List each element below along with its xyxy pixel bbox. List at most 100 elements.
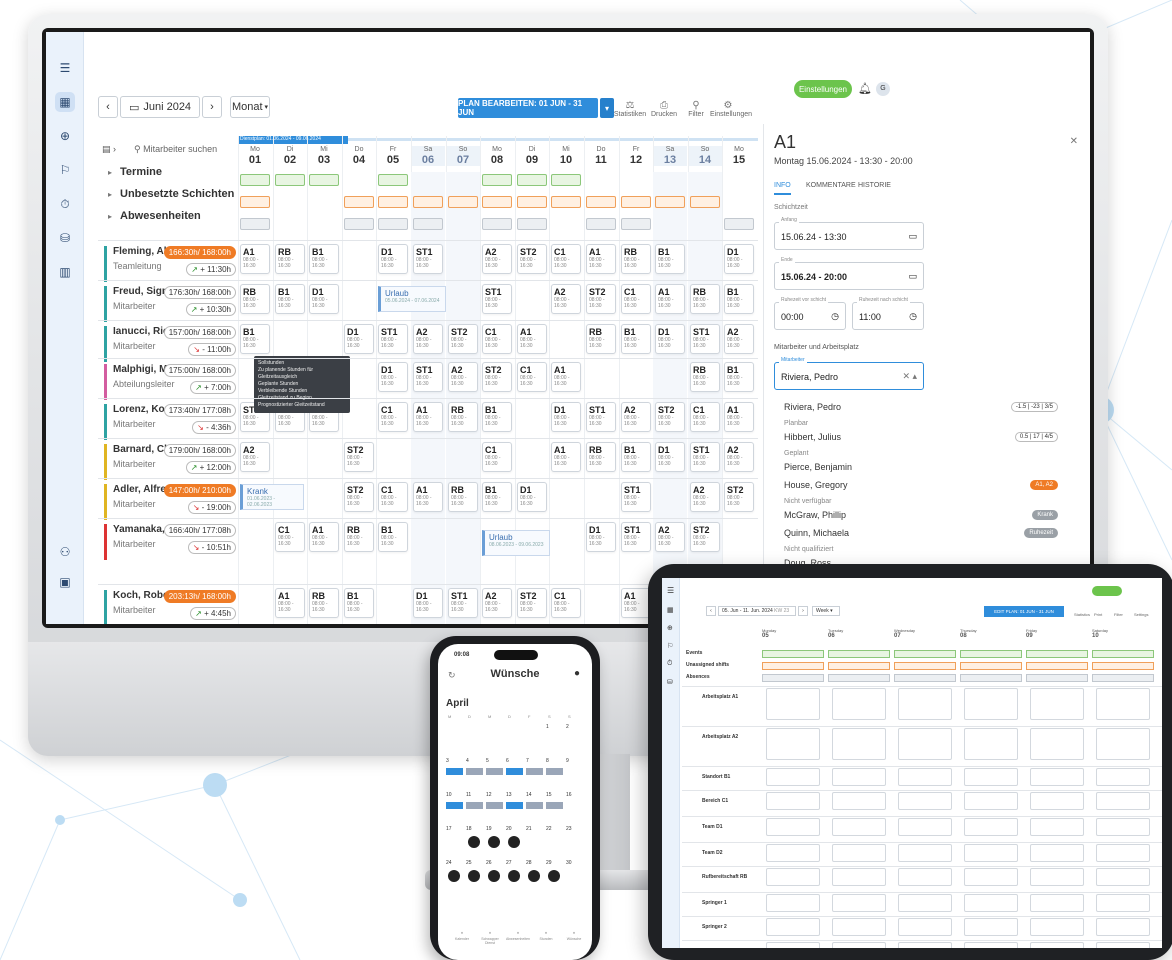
tablet-shift-card[interactable] [1030, 844, 1084, 862]
calendar-day[interactable]: 15 [546, 792, 563, 820]
shift-count-badge[interactable] [621, 218, 651, 230]
section-absences[interactable]: ▸ Abwesenheiten [108, 210, 201, 222]
shift-count-badge[interactable] [482, 196, 512, 208]
shift-card[interactable]: ST208:00 - 16:30 [344, 482, 374, 512]
calendar-event[interactable] [526, 768, 543, 775]
tablet-shift-card[interactable] [964, 918, 1018, 936]
tablet-shift-card[interactable] [1030, 818, 1084, 836]
tablet-shift-card[interactable] [1030, 894, 1084, 912]
staff-option[interactable]: Hibbert, Julius [784, 432, 841, 442]
shift-count-badge[interactable] [482, 218, 512, 230]
avatar[interactable]: G [876, 82, 890, 96]
shift-card[interactable]: A1 08:00 - 16:30 [551, 442, 581, 472]
employee-row[interactable]: Fleming, Alex Teamleitung 166:30h/ 168:00h… [104, 246, 238, 282]
shift-card[interactable]: RB08:00 - 16:30 [275, 244, 305, 274]
shift-count-badge[interactable] [517, 174, 547, 186]
shift-count-badge[interactable] [378, 218, 408, 230]
calendar-icon[interactable]: ▦ [667, 606, 674, 614]
staff-option[interactable]: Pierce, Benjamin [784, 462, 852, 472]
tablet-shift-card[interactable] [1030, 918, 1084, 936]
tablet-shift-card[interactable] [964, 792, 1018, 810]
calendar-icon[interactable]: ▦ [55, 92, 75, 112]
staff-option[interactable]: Quinn, Michaela [784, 528, 849, 538]
shift-card[interactable]: A1 08:00 - 16:30 [413, 482, 443, 512]
staff-select[interactable]: Mitarbeiter Riviera, Pedro ✕ ▴ [774, 357, 924, 390]
shift-card[interactable]: B108:00 - 16:30 [621, 442, 651, 472]
employee-row[interactable]: Ianucci, Richard Mitarbeiter 157:00h/ 168:… [104, 326, 238, 362]
tablet-shift-card[interactable] [898, 792, 952, 810]
running-person-icon[interactable]: ⚐ [55, 160, 75, 180]
tablet-count-bar[interactable] [828, 662, 890, 670]
prev-period-button[interactable]: ‹ [98, 96, 118, 118]
edit-plan-button[interactable]: PLAN BEARBEITEN: 01 JUN - 31 JUN [458, 98, 598, 118]
shift-card[interactable]: RB08:00 - 16:30 [690, 284, 720, 314]
period-picker[interactable]: ▭ Juni 2024 [120, 96, 200, 118]
shift-card[interactable]: A208:00 - 16:30 [724, 442, 754, 472]
shift-count-badge[interactable] [240, 174, 270, 186]
shift-card[interactable]: C1 08:00 - 16:30 [275, 522, 305, 552]
tablet-shift-card[interactable] [1030, 868, 1084, 886]
tablet-prev-button[interactable]: ‹ [706, 606, 716, 616]
shift-card[interactable]: B108:00 - 16:30 [621, 324, 651, 354]
shift-card[interactable]: B108:00 - 16:30 [482, 402, 512, 432]
shift-count-badge[interactable] [344, 218, 374, 230]
shift-card[interactable]: ST208:00 - 16:30 [586, 284, 616, 314]
shift-count-badge[interactable] [240, 196, 270, 208]
calendar-day[interactable]: 3 [446, 758, 463, 786]
tablet-shift-card[interactable] [898, 768, 952, 786]
shift-card[interactable]: A1 08:00 - 16:30 [517, 324, 547, 354]
shift-card[interactable]: ST1 08:00 - 16:30 [586, 402, 616, 432]
tablet-shift-card[interactable] [964, 818, 1018, 836]
wish-icon[interactable] [508, 870, 520, 882]
print-tool[interactable]: ⎙ Drucken [646, 100, 682, 118]
tablet-count-bar[interactable] [762, 674, 824, 682]
tablet-shift-card[interactable] [766, 894, 820, 912]
tablet-shift-card[interactable] [832, 818, 886, 836]
tablet-shift-card[interactable] [1030, 942, 1084, 948]
absence-bar[interactable]: Krank 01.06.2023 - 02.06.2023 [240, 484, 304, 510]
staff-option[interactable]: McGraw, Phillip [784, 510, 846, 520]
statistics-tool[interactable]: ⚖ Statistiken [612, 100, 648, 118]
calendar-event[interactable] [486, 768, 503, 775]
shift-card[interactable]: A208:00 - 16:30 [724, 324, 754, 354]
tablet-shift-card[interactable] [1096, 818, 1150, 836]
chart-icon[interactable]: ▥ [55, 262, 75, 282]
tablet-count-bar[interactable] [894, 674, 956, 682]
calendar-day[interactable] [506, 724, 523, 752]
globe-icon[interactable]: ⊕ [667, 624, 673, 632]
tablet-shift-card[interactable] [898, 868, 952, 886]
tablet-shift-card[interactable] [832, 844, 886, 862]
tablet-shift-card[interactable] [898, 844, 952, 862]
employee-row[interactable]: Lorenz, Konrad Mitarbeiter 173:40h/ 177:08… [104, 404, 238, 440]
shift-count-badge[interactable] [309, 174, 339, 186]
settings-tool[interactable]: ⚙ Einstellungen [710, 100, 752, 118]
wish-icon[interactable] [528, 870, 540, 882]
tablet-count-bar[interactable] [1092, 674, 1154, 682]
shift-count-badge[interactable] [517, 196, 547, 208]
shift-card[interactable]: C1 08:00 - 16:30 [378, 482, 408, 512]
globe-icon[interactable]: ⊕ [55, 126, 75, 146]
tablet-shift-card[interactable] [766, 728, 820, 760]
calendar-icon[interactable]: ▭ [908, 271, 917, 282]
bottom-nav-item[interactable]: ▪ Abwesenheiten [504, 930, 532, 941]
shift-card[interactable]: A208:00 - 16:30 [413, 324, 443, 354]
calendar-day[interactable]: 24 [446, 860, 463, 888]
tablet-section[interactable]: Absences [686, 674, 710, 680]
shift-card[interactable]: B108:00 - 16:30 [655, 244, 685, 274]
shift-card[interactable]: D108:00 - 16:30 [413, 588, 443, 618]
staff-option[interactable]: House, Gregory [784, 480, 848, 490]
shift-card[interactable]: D108:00 - 16:30 [378, 244, 408, 274]
calendar-day[interactable] [446, 724, 463, 752]
shift-count-badge[interactable] [586, 196, 616, 208]
shift-card[interactable]: C1 08:00 - 16:30 [378, 402, 408, 432]
wish-icon[interactable] [488, 836, 500, 848]
calendar-event[interactable] [486, 802, 503, 809]
rest-before-field[interactable]: Ruhezeit vor schicht 00:00 ◷ [774, 297, 846, 330]
calendar-day[interactable]: 23 [566, 826, 583, 854]
shift-card[interactable]: ST1 08:00 - 16:30 [413, 362, 443, 392]
tablet-tool[interactable]: Settings [1134, 612, 1148, 617]
shift-card[interactable]: C1 08:00 - 16:30 [690, 402, 720, 432]
tablet-count-bar[interactable] [894, 662, 956, 670]
tablet-status-chip[interactable] [1092, 586, 1122, 596]
tablet-shift-card[interactable] [964, 728, 1018, 760]
